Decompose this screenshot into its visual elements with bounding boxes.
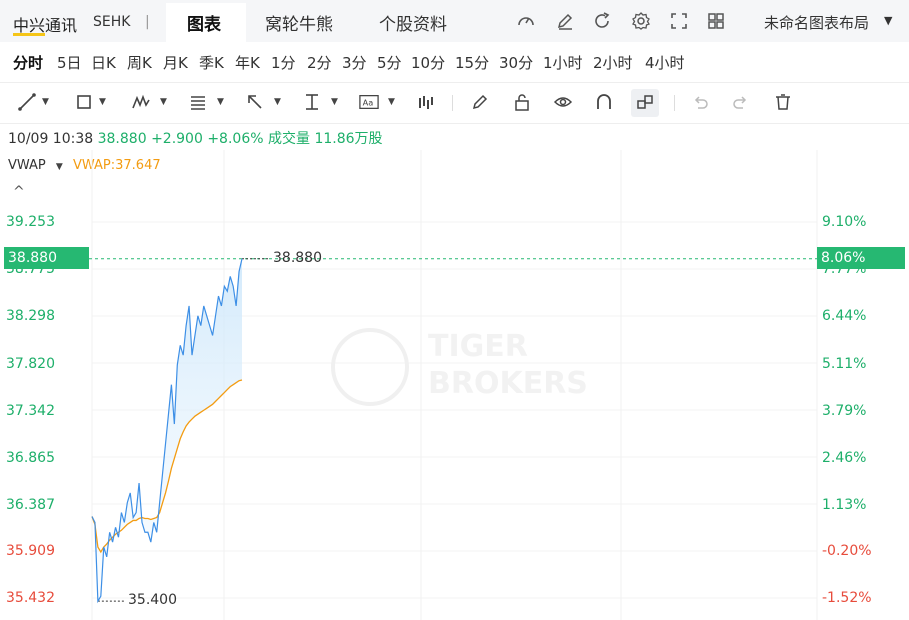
lock-icon[interactable] xyxy=(512,92,532,112)
period-4[interactable]: 月K xyxy=(163,52,188,73)
indicator-icon[interactable] xyxy=(416,92,436,112)
trash-icon[interactable] xyxy=(773,92,793,112)
tab-warrants[interactable]: 窝轮牛熊 xyxy=(265,10,333,35)
measure-tool-icon[interactable] xyxy=(302,92,322,112)
quote-info: 10/09 10:38 38.880 +2.900 +8.06% 成交量 11.… xyxy=(8,128,383,148)
quote-change-pct: +8.06% xyxy=(207,131,264,147)
period-5[interactable]: 季K xyxy=(199,52,224,73)
period-1[interactable]: 5日 xyxy=(57,52,82,73)
settings-icon[interactable] xyxy=(631,11,651,31)
low-price-label: 35.400 xyxy=(128,592,177,608)
quote-datetime: 10/09 10:38 xyxy=(8,131,94,147)
arrow-tool-icon[interactable] xyxy=(245,92,265,112)
chevron-down-icon[interactable]: ▼ xyxy=(388,97,395,107)
price-tick-label: 38.298 xyxy=(6,308,55,324)
quote-change: +2.900 xyxy=(151,131,203,147)
quote-price: 38.880 xyxy=(97,131,147,147)
link-icon[interactable] xyxy=(635,92,655,112)
intraday-chart[interactable]: TIGERBROKERS xyxy=(0,150,909,620)
period-0[interactable]: 分时 xyxy=(13,52,43,73)
fullscreen-icon[interactable] xyxy=(669,11,689,31)
period-3[interactable]: 周K xyxy=(127,52,152,73)
tab-chart[interactable]: 图表 xyxy=(187,10,221,35)
period-selector: 分时 5日 日K 周K 月K 季K 年K 1分 2分 3分 5分 10分 15分 30分 1小时 2小时 4小时 xyxy=(0,44,909,82)
fibonacci-tool-icon[interactable] xyxy=(188,92,208,112)
period-9[interactable]: 3分 xyxy=(342,52,367,73)
price-tick-label: 36.865 xyxy=(6,450,55,466)
edit-icon[interactable] xyxy=(555,11,575,31)
svg-text:BROKERS: BROKERS xyxy=(428,366,588,401)
top-bar: 中兴通讯 SEHK | 图表 窝轮牛熊 个股资料 未命名图表布局 ▼ xyxy=(0,0,909,42)
magnet-icon[interactable] xyxy=(594,92,614,112)
svg-text:Aa: Aa xyxy=(363,98,374,108)
period-11[interactable]: 10分 xyxy=(411,52,445,73)
active-period-underline xyxy=(13,33,45,36)
undo-icon[interactable] xyxy=(690,92,710,112)
refresh-icon[interactable] xyxy=(592,11,612,31)
redo-icon[interactable] xyxy=(731,92,751,112)
high-price-label: 38.880 xyxy=(273,250,322,266)
drawing-toolbar: ▼ ▼ ▼ ▼ ▼ ▼ Aa ▼ xyxy=(0,82,909,124)
chevron-down-icon[interactable]: ▼ xyxy=(160,97,167,107)
rectangle-tool-icon[interactable] xyxy=(74,92,94,112)
chevron-down-icon[interactable]: ▼ xyxy=(274,97,281,107)
period-10[interactable]: 5分 xyxy=(377,52,402,73)
volume-label: 成交量 xyxy=(268,131,310,147)
grid-layout-icon[interactable] xyxy=(706,11,726,31)
trendline-tool-icon[interactable] xyxy=(17,92,37,112)
text-tool-icon[interactable]: Aa xyxy=(359,92,379,112)
layout-selector[interactable]: 未命名图表布局 xyxy=(764,12,869,33)
period-7[interactable]: 1分 xyxy=(271,52,296,73)
current-price-tag: 38.880 xyxy=(4,247,89,269)
percent-tick-label: 2.46% xyxy=(822,450,867,466)
price-tick-label: 36.387 xyxy=(6,497,55,513)
watermark: TIGERBROKERS xyxy=(331,328,588,406)
speedometer-icon[interactable] xyxy=(516,11,536,31)
price-tick-label: 37.342 xyxy=(6,403,55,419)
price-tick-label: 35.432 xyxy=(6,590,55,606)
percent-tick-label: 9.10% xyxy=(822,214,867,230)
period-6[interactable]: 年K xyxy=(235,52,260,73)
period-14[interactable]: 1小时 xyxy=(543,52,583,73)
toolbar-divider xyxy=(452,95,453,111)
quote-volume: 11.86万股 xyxy=(314,131,383,147)
stock-exchange: SEHK xyxy=(93,14,131,30)
chevron-down-icon[interactable]: ▼ xyxy=(42,97,49,107)
eye-icon[interactable] xyxy=(553,92,573,112)
title-separator: | xyxy=(145,14,150,30)
percent-tick-label: -1.52% xyxy=(822,590,872,606)
period-8[interactable]: 2分 xyxy=(307,52,332,73)
chevron-down-icon[interactable]: ▼ xyxy=(884,14,892,27)
period-12[interactable]: 15分 xyxy=(455,52,489,73)
percent-tick-label: 6.44% xyxy=(822,308,867,324)
brush-icon[interactable] xyxy=(470,92,490,112)
chevron-down-icon[interactable]: ▼ xyxy=(99,97,106,107)
current-pct-tag: 8.06% xyxy=(817,247,905,269)
tab-stock-profile[interactable]: 个股资料 xyxy=(379,10,447,35)
chevron-down-icon[interactable]: ▼ xyxy=(217,97,224,107)
toolbar-divider xyxy=(674,95,675,111)
period-16[interactable]: 4小时 xyxy=(645,52,685,73)
percent-tick-label: 1.13% xyxy=(822,497,867,513)
price-tick-label: 39.253 xyxy=(6,214,55,230)
period-15[interactable]: 2小时 xyxy=(593,52,633,73)
period-2[interactable]: 日K xyxy=(91,52,116,73)
chevron-down-icon[interactable]: ▼ xyxy=(331,97,338,107)
percent-tick-label: -0.20% xyxy=(822,543,872,559)
svg-text:TIGER: TIGER xyxy=(428,329,528,364)
pattern-tool-icon[interactable] xyxy=(131,92,151,112)
period-13[interactable]: 30分 xyxy=(499,52,533,73)
percent-tick-label: 5.11% xyxy=(822,356,867,372)
price-tick-label: 37.820 xyxy=(6,356,55,372)
price-tick-label: 35.909 xyxy=(6,543,55,559)
percent-tick-label: 3.79% xyxy=(822,403,867,419)
